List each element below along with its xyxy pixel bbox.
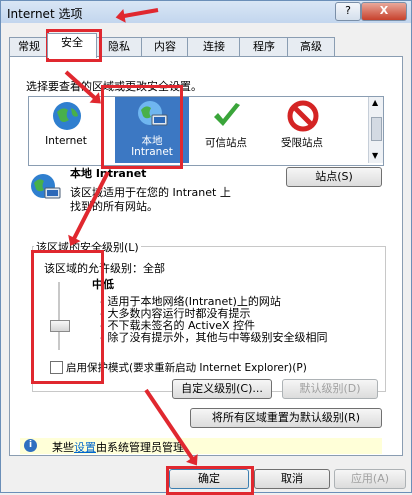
default-level-button[interactable]: 默认级别(D) xyxy=(282,379,378,399)
info-settings-link[interactable]: 设置 xyxy=(74,441,96,454)
zone-trusted-sites[interactable]: 可信站点 xyxy=(189,97,263,163)
help-button[interactable]: ? xyxy=(335,2,361,21)
info-prefix: 某些 xyxy=(52,441,74,454)
zone-list: Internet 本地 Intranet 可信站点 受限站点 ▲ ▼ xyxy=(28,96,384,166)
level-description: - 除了没有提示外，其他与中等级别安全级相同 xyxy=(100,331,328,344)
tab-content[interactable]: 内容 xyxy=(141,37,189,57)
info-text: 某些设置由系统管理员管理。 xyxy=(52,439,195,455)
tab-programs[interactable]: 程序 xyxy=(239,37,289,57)
zone-scrollbar[interactable]: ▲ ▼ xyxy=(368,97,383,163)
annotation-box xyxy=(101,85,183,169)
title-bar: Internet 选项 ? X xyxy=(1,1,411,23)
apply-button[interactable]: 应用(A) xyxy=(334,469,406,489)
zone-label: 受限站点 xyxy=(281,137,323,149)
no-entry-icon xyxy=(287,100,319,132)
window-title: Internet 选项 xyxy=(7,7,83,21)
annotation-box xyxy=(31,250,104,384)
globe-icon xyxy=(53,102,81,130)
info-bar: i 某些设置由系统管理员管理。 xyxy=(20,438,382,454)
tab-privacy[interactable]: 隐私 xyxy=(95,37,143,57)
tab-advanced[interactable]: 高级 xyxy=(287,37,335,57)
zone-internet[interactable]: Internet xyxy=(29,97,103,163)
custom-level-button[interactable]: 自定义级别(C)... xyxy=(172,379,272,399)
checkmark-icon xyxy=(214,103,240,126)
close-button[interactable]: X xyxy=(361,2,407,21)
sites-button[interactable]: 站点(S) xyxy=(286,167,382,187)
zone-label: Internet xyxy=(45,135,87,147)
tab-connections[interactable]: 连接 xyxy=(187,37,241,57)
scroll-thumb[interactable] xyxy=(371,117,382,141)
scroll-up-icon[interactable]: ▲ xyxy=(372,98,378,107)
zone-restricted-sites[interactable]: 受限站点 xyxy=(265,97,339,163)
intranet-globe-icon xyxy=(31,174,61,199)
zone-label: 可信站点 xyxy=(205,137,247,149)
tab-security[interactable]: 安全 xyxy=(47,33,97,58)
cancel-button[interactable]: 取消 xyxy=(254,469,330,489)
tab-general[interactable]: 常规 xyxy=(9,37,49,57)
annotation-box xyxy=(166,466,254,495)
reset-all-zones-button[interactable]: 将所有区域重置为默认级别(R) xyxy=(190,408,382,428)
info-icon: i xyxy=(24,439,37,452)
zone-info-desc: 找到的所有网站。 xyxy=(70,200,158,213)
scroll-down-icon[interactable]: ▼ xyxy=(372,151,378,160)
